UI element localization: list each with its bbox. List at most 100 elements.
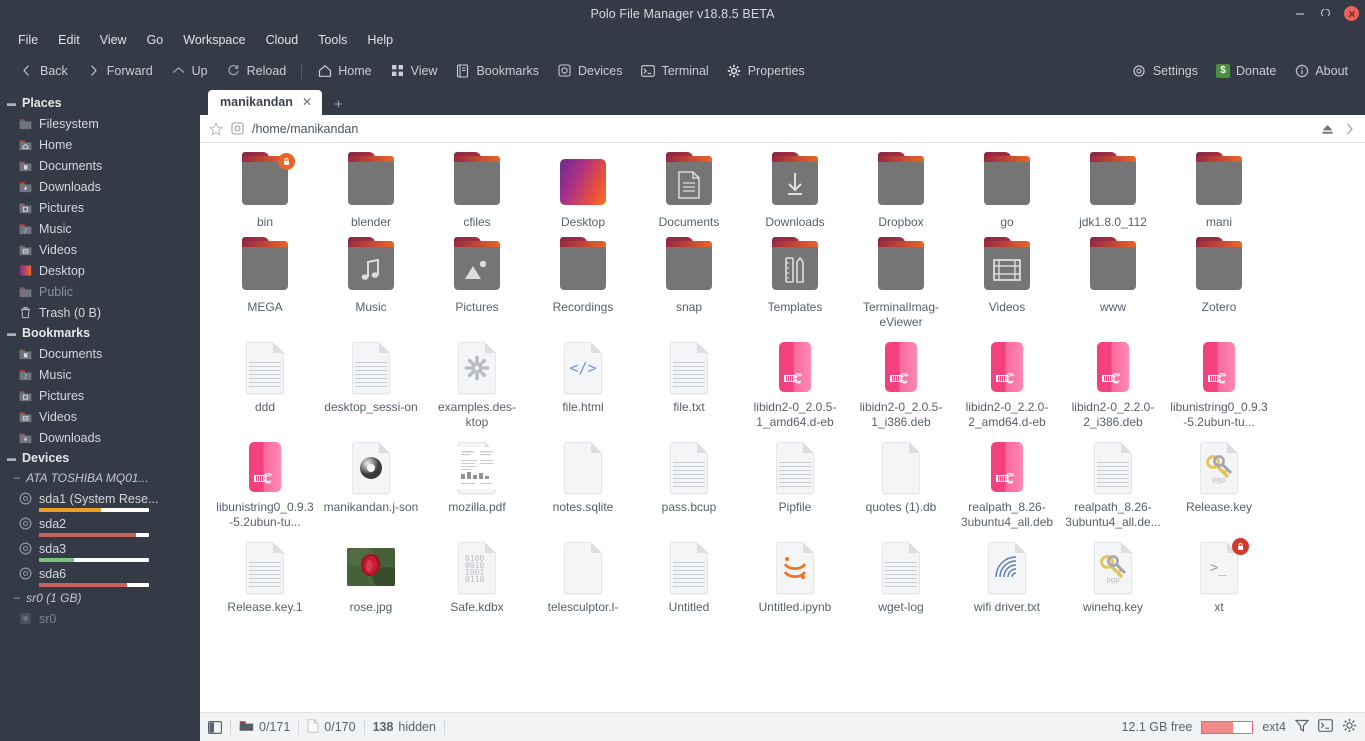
new-tab-button[interactable]: + — [322, 94, 355, 115]
close-button[interactable] — [1344, 6, 1359, 21]
file-item[interactable]: cfiles — [424, 149, 530, 234]
tab-close-icon[interactable]: ✕ — [302, 95, 312, 109]
file-item[interactable]: examples.des-ktop — [424, 334, 530, 434]
file-item[interactable]: Music — [318, 234, 424, 334]
file-item[interactable]: libidn2-0_2.0.5-1_i386.deb — [848, 334, 954, 434]
bookmark-item-videos[interactable]: Videos — [0, 406, 200, 427]
sidebar-section-places[interactable]: ▬ Places — [0, 93, 200, 113]
maximize-button[interactable] — [1318, 6, 1334, 22]
sidebar-item-filesystem[interactable]: Filesystem — [0, 113, 200, 134]
file-item[interactable]: notes.sqlite — [530, 434, 636, 534]
file-item[interactable]: Untitled.ipynb — [742, 534, 848, 619]
sidebar-item-desktop[interactable]: Desktop — [0, 260, 200, 281]
file-item[interactable]: telesculptor.l- — [530, 534, 636, 619]
forward-button[interactable]: Forward — [77, 59, 162, 82]
star-icon[interactable] — [208, 121, 223, 136]
file-item[interactable]: Templates — [742, 234, 848, 334]
file-item[interactable]: Videos — [954, 234, 1060, 334]
path-next-icon[interactable] — [1342, 121, 1357, 136]
file-item[interactable]: MEGA — [212, 234, 318, 334]
menu-cloud[interactable]: Cloud — [256, 30, 309, 50]
device-item-sda2[interactable]: sda2 — [0, 513, 200, 538]
tab-manikandan[interactable]: manikandan ✕ — [208, 90, 322, 115]
file-item[interactable]: libunistring0_0.9.3-5.2ubun-tu... — [212, 434, 318, 534]
file-item[interactable]: snap — [636, 234, 742, 334]
back-button[interactable]: Back — [10, 59, 77, 82]
menu-file[interactable]: File — [8, 30, 48, 50]
file-item[interactable]: Documents — [636, 149, 742, 234]
file-item[interactable]: desktop_sessi-on — [318, 334, 424, 434]
sidebar-section-devices[interactable]: ▬ Devices — [0, 448, 200, 468]
bookmark-item-pictures[interactable]: Pictures — [0, 385, 200, 406]
file-item[interactable]: manikandan.j-son — [318, 434, 424, 534]
up-button[interactable]: Up — [162, 59, 217, 82]
devices-button[interactable]: Devices — [548, 59, 631, 82]
sidebar-item-downloads[interactable]: Downloads — [0, 176, 200, 197]
file-item[interactable]: ddd — [212, 334, 318, 434]
eject-icon[interactable] — [1320, 121, 1335, 136]
sidebar-section-bookmarks[interactable]: ▬ Bookmarks — [0, 323, 200, 343]
file-item[interactable]: file.txt — [636, 334, 742, 434]
file-item[interactable]: go — [954, 149, 1060, 234]
menu-tools[interactable]: Tools — [308, 30, 357, 50]
file-item[interactable]: rose.jpg — [318, 534, 424, 619]
file-item[interactable]: </> file.html — [530, 334, 636, 434]
home-button[interactable]: Home — [308, 59, 380, 82]
folder-count[interactable]: 0/171 — [239, 719, 290, 735]
file-item[interactable]: Zotero — [1166, 234, 1272, 334]
file-item[interactable]: Dropbox — [848, 149, 954, 234]
sidebar-item-home[interactable]: Home — [0, 134, 200, 155]
file-item[interactable]: 0100 0010 1001 0110 Safe.kdbx — [424, 534, 530, 619]
file-item[interactable]: Pipfile — [742, 434, 848, 534]
reload-button[interactable]: Reload — [217, 59, 296, 82]
sidebar-item-videos[interactable]: Videos — [0, 239, 200, 260]
sidebar-item-pictures[interactable]: Pictures — [0, 197, 200, 218]
settings-button[interactable]: Settings — [1123, 59, 1207, 82]
disk-icon[interactable] — [230, 121, 245, 136]
terminal-icon[interactable] — [1318, 719, 1333, 735]
device-item-sr0[interactable]: sr0 — [0, 608, 200, 629]
sidebar-item-public[interactable]: Public — [0, 281, 200, 302]
file-item[interactable]: Pictures — [424, 234, 530, 334]
file-item[interactable]: Untitled — [636, 534, 742, 619]
file-item[interactable]: quotes (1).db — [848, 434, 954, 534]
file-item[interactable]: libidn2-0_2.0.5-1_amd64.d-eb — [742, 334, 848, 434]
menu-help[interactable]: Help — [357, 30, 403, 50]
about-button[interactable]: About — [1285, 59, 1357, 82]
file-item[interactable]: wifi driver.txt — [954, 534, 1060, 619]
view-button[interactable]: View — [381, 59, 447, 82]
file-item[interactable]: libidn2-0_2.2.0-2_i386.deb — [1060, 334, 1166, 434]
device-group-header[interactable]: – sr0 (1 GB) — [0, 588, 200, 608]
sidebar-item-trash-0-b[interactable]: Trash (0 B) — [0, 302, 200, 323]
gear-icon[interactable] — [1342, 718, 1357, 736]
file-item[interactable]: mozilla.pdf — [424, 434, 530, 534]
file-item[interactable]: pgp winehq.key — [1060, 534, 1166, 619]
file-item[interactable]: realpath_8.26-3ubuntu4_all.deb — [954, 434, 1060, 534]
bookmarks-button[interactable]: Bookmarks — [446, 59, 548, 82]
file-item[interactable]: Downloads — [742, 149, 848, 234]
file-list-area[interactable]: bin blender cfiles Desktop Documents Dow… — [200, 143, 1365, 712]
filter-icon[interactable] — [1294, 719, 1310, 735]
file-item[interactable]: libunistring0_0.9.3-5.2ubun-tu... — [1166, 334, 1272, 434]
bookmark-item-music[interactable]: ♪ Music — [0, 364, 200, 385]
file-item[interactable]: TerminalImag-eViewer — [848, 234, 954, 334]
device-group-header[interactable]: – ATA TOSHIBA MQ01... — [0, 468, 200, 488]
file-item[interactable]: wget-log — [848, 534, 954, 619]
properties-button[interactable]: Properties — [718, 59, 814, 82]
menu-view[interactable]: View — [90, 30, 137, 50]
bookmark-item-downloads[interactable]: Downloads — [0, 427, 200, 448]
file-item[interactable]: libidn2-0_2.2.0-2_amd64.d-eb — [954, 334, 1060, 434]
file-item[interactable]: blender — [318, 149, 424, 234]
file-item[interactable]: jdk1.8.0_112 — [1060, 149, 1166, 234]
bookmark-item-documents[interactable]: Documents — [0, 343, 200, 364]
sidebar-item-music[interactable]: ♪ Music — [0, 218, 200, 239]
terminal-button[interactable]: Terminal — [631, 59, 717, 82]
device-item-sda6[interactable]: sda6 — [0, 563, 200, 588]
device-item-sda3[interactable]: sda3 — [0, 538, 200, 563]
sidebar-item-documents[interactable]: Documents — [0, 155, 200, 176]
device-item-sda1[interactable]: sda1 (System Rese... — [0, 488, 200, 513]
file-item[interactable]: www — [1060, 234, 1166, 334]
file-item[interactable]: Recordings — [530, 234, 636, 334]
file-item[interactable]: pass.bcup — [636, 434, 742, 534]
file-item[interactable]: mani — [1166, 149, 1272, 234]
